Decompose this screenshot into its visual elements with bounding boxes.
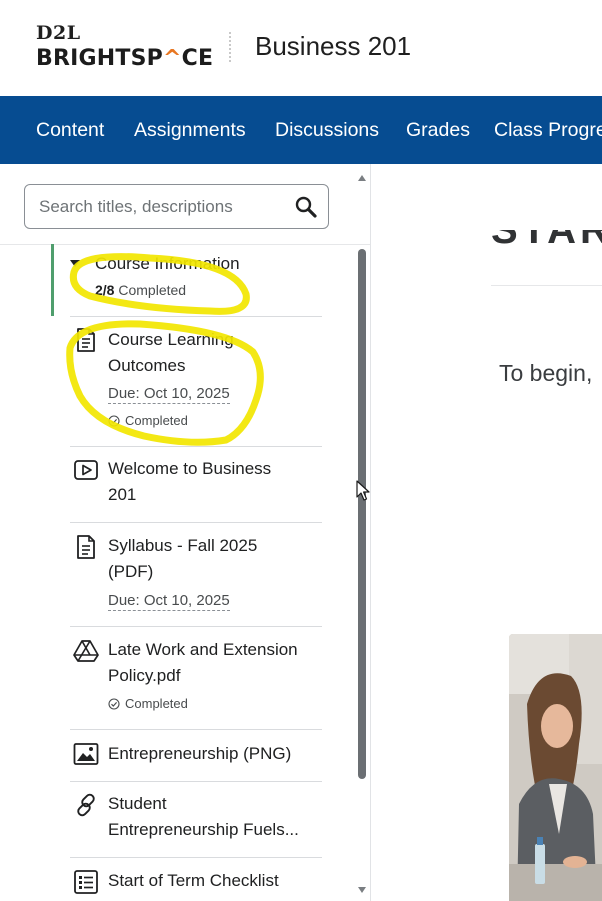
course-title[interactable]: Business 201 [255,31,411,62]
check-circle-icon [108,415,120,427]
search-separator [0,244,371,245]
content-heading-partial: START [491,230,602,250]
item-divider [70,446,322,447]
item-divider [70,522,322,523]
course-photo [509,634,602,901]
search-input[interactable] [39,196,279,218]
nav-discussions[interactable]: Discussions [275,119,379,142]
document-icon [77,535,95,559]
module-progress: 2/8 Completed [95,282,187,298]
search-box [24,184,329,229]
nav-content[interactable]: Content [36,119,104,142]
logo-brightspace-text: BRIGHTSP^CE [36,46,214,71]
list-item-title[interactable]: Welcome to Business 201 [108,456,323,508]
list-item-title[interactable]: Syllabus - Fall 2025 (PDF) [108,533,323,585]
logo-d2l-text: D2L [36,22,81,44]
nav-grades[interactable]: Grades [406,119,470,142]
mouse-cursor-icon [356,480,370,501]
list-item-title[interactable]: Course Learning Outcomes [108,327,323,379]
module-selected-indicator [51,244,54,316]
image-icon [73,743,99,765]
item-divider [70,857,322,858]
content-main-area: START To begin, [371,164,602,901]
list-item-title[interactable]: Late Work and Extension Policy.pdf [108,637,323,689]
item-divider [70,729,322,730]
item-due-date: Due: Oct 10, 2025 [108,385,230,404]
checklist-icon [74,870,98,894]
header-divider [229,32,231,62]
module-title[interactable]: Course Information [95,254,240,274]
search-icon[interactable] [293,194,319,220]
list-item-title[interactable]: Start of Term Checklist [108,868,323,894]
nav-class-progress[interactable]: Class Progre [494,119,602,142]
scrollbar-thumb[interactable] [358,249,366,779]
item-status: Completed [108,696,188,712]
item-status: Completed [108,413,188,429]
item-due-date: Due: Oct 10, 2025 [108,592,230,611]
content-intro-text: To begin, [499,360,593,386]
item-divider [70,316,322,317]
app-header: D2L BRIGHTSP^CE Business 201 [0,0,602,96]
nav-assignments[interactable]: Assignments [134,119,246,142]
document-icon [77,328,95,352]
scroll-down-arrow-icon[interactable] [357,886,367,894]
course-navbar: Content Assignments Discussions Grades C… [0,96,602,164]
google-drive-icon [73,640,99,662]
content-toc-panel: Course Information 2/8 Completed Course … [0,164,371,901]
check-circle-icon [108,698,120,710]
list-item-title[interactable]: Entrepreneurship (PNG) [108,741,323,767]
item-divider [70,626,322,627]
brightspace-logo[interactable]: D2L BRIGHTSP^CE [36,22,216,74]
heading-divider [491,285,602,286]
office-photo-image [509,634,602,901]
item-divider [70,781,322,782]
caret-down-icon[interactable] [70,260,80,267]
scroll-up-arrow-icon[interactable] [357,174,367,182]
list-item-title[interactable]: Student Entrepreneurship Fuels... [108,791,323,843]
video-icon [74,460,98,480]
link-icon [77,793,95,817]
